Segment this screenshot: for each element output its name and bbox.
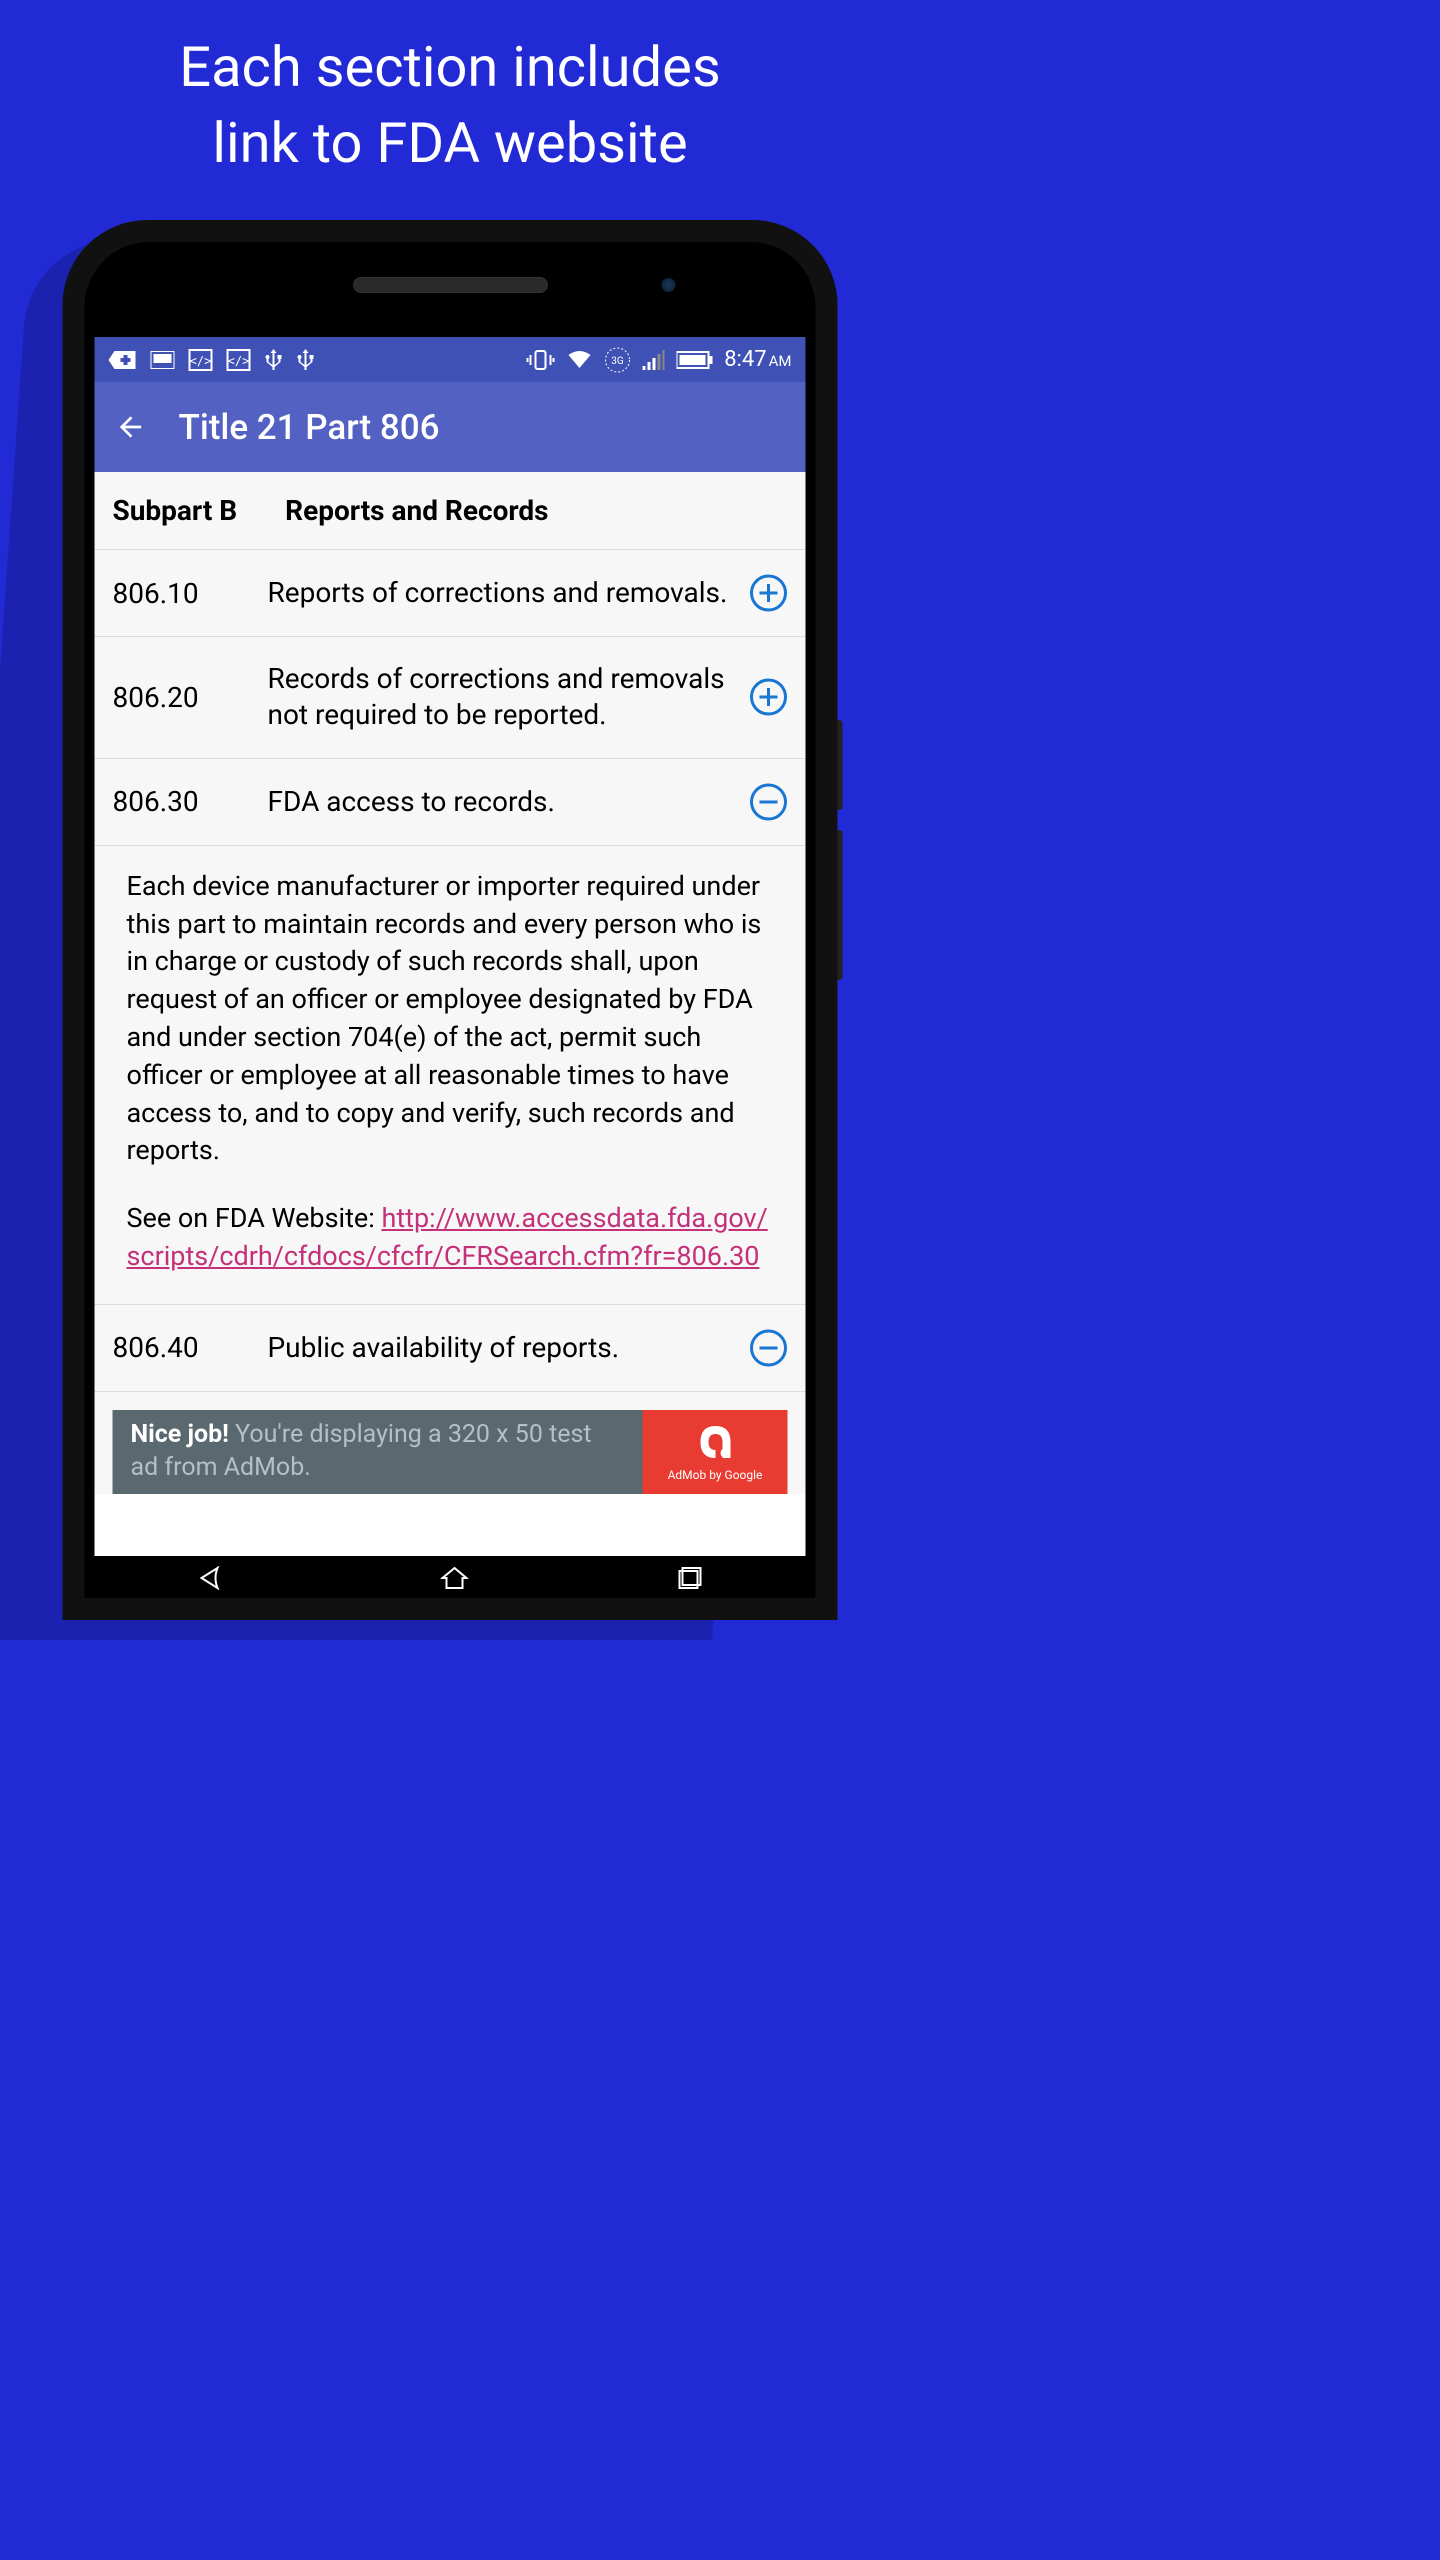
section-row[interactable]: 806.10 Reports of corrections and remova… bbox=[95, 550, 806, 637]
section-title: Records of corrections and removals not … bbox=[268, 661, 730, 734]
phone-side-button bbox=[838, 720, 843, 810]
vibrate-icon bbox=[526, 349, 554, 371]
status-right: 3G 8:47AM bbox=[526, 347, 791, 373]
svg-text:3G: 3G bbox=[611, 356, 624, 367]
code-icon: </> bbox=[189, 349, 213, 371]
phone-inner: </> </> bbox=[85, 242, 816, 1598]
section-row[interactable]: 806.20 Records of corrections and remova… bbox=[95, 637, 806, 759]
section-row[interactable]: 806.30 FDA access to records. bbox=[95, 759, 806, 846]
section-title: Public availability of reports. bbox=[268, 1330, 730, 1366]
wifi-icon bbox=[566, 350, 592, 370]
section-title: Reports of corrections and removals. bbox=[268, 575, 730, 611]
phone-camera bbox=[662, 278, 676, 292]
section-number: 806.10 bbox=[113, 577, 248, 610]
section-number: 806.30 bbox=[113, 785, 248, 818]
battery-icon bbox=[676, 351, 712, 369]
section-row[interactable]: 806.40 Public availability of reports. bbox=[95, 1305, 806, 1392]
phone-side-button bbox=[838, 830, 843, 980]
promo-line1: Each section includes bbox=[179, 34, 720, 100]
app-title: Title 21 Part 806 bbox=[179, 407, 440, 448]
screen-icon bbox=[151, 351, 175, 369]
usb-icon bbox=[265, 347, 283, 373]
usb-icon bbox=[297, 347, 315, 373]
admob-logo: AdMob by Google bbox=[643, 1410, 788, 1494]
admob-banner[interactable]: Nice job! You're displaying a 320 x 50 t… bbox=[113, 1410, 788, 1494]
signal-icon bbox=[642, 350, 664, 370]
minus-circle-icon[interactable] bbox=[750, 783, 788, 821]
section-number: 806.40 bbox=[113, 1331, 248, 1364]
subpart-label: Subpart B bbox=[113, 494, 238, 527]
admob-nice: Nice job! bbox=[131, 1420, 229, 1449]
section-number: 806.20 bbox=[113, 681, 248, 714]
nav-home-button[interactable] bbox=[440, 1566, 468, 1590]
plus-circle-icon[interactable] bbox=[750, 574, 788, 612]
nav-back-button[interactable] bbox=[199, 1566, 231, 1590]
admob-brand-text: AdMob by Google bbox=[668, 1468, 763, 1482]
section-body-text: Each device manufacturer or importer req… bbox=[127, 868, 774, 1170]
android-nav-bar bbox=[95, 1556, 806, 1598]
admob-text: Nice job! You're displaying a 320 x 50 t… bbox=[113, 1410, 643, 1494]
back-arrow-icon bbox=[115, 411, 147, 443]
nav-recent-button[interactable] bbox=[677, 1566, 701, 1590]
screen: </> </> bbox=[95, 337, 806, 1598]
notification-plus-icon bbox=[109, 349, 137, 371]
content-area: Subpart B Reports and Records 806.10 Rep… bbox=[95, 472, 806, 1494]
phone-speaker bbox=[353, 277, 548, 293]
fda-link-prefix: See on FDA Website: bbox=[127, 1202, 382, 1234]
promo-line2: link to FDA website bbox=[212, 110, 687, 176]
status-bar: </> </> bbox=[95, 337, 806, 382]
status-time: 8:47AM bbox=[724, 347, 791, 372]
back-button[interactable] bbox=[115, 411, 147, 443]
network-3g-icon: 3G bbox=[604, 347, 630, 373]
svg-text:</>: </> bbox=[190, 354, 212, 368]
app-bar: Title 21 Part 806 bbox=[95, 382, 806, 472]
minus-circle-icon[interactable] bbox=[750, 1329, 788, 1367]
plus-circle-icon[interactable] bbox=[750, 678, 788, 716]
code-icon: </> bbox=[227, 349, 251, 371]
subpart-header: Subpart B Reports and Records bbox=[95, 472, 806, 550]
admob-logo-icon bbox=[694, 1422, 736, 1462]
phone-frame: </> </> bbox=[63, 220, 838, 1620]
status-left: </> </> bbox=[109, 347, 315, 373]
subpart-title: Reports and Records bbox=[285, 494, 548, 527]
section-title: FDA access to records. bbox=[268, 784, 730, 820]
fda-link-line: See on FDA Website: http://www.accessdat… bbox=[127, 1200, 774, 1276]
promo-heading: Each section includes link to FDA websit… bbox=[0, 0, 900, 191]
svg-text:</>: </> bbox=[228, 354, 250, 368]
section-body: Each device manufacturer or importer req… bbox=[95, 846, 806, 1305]
